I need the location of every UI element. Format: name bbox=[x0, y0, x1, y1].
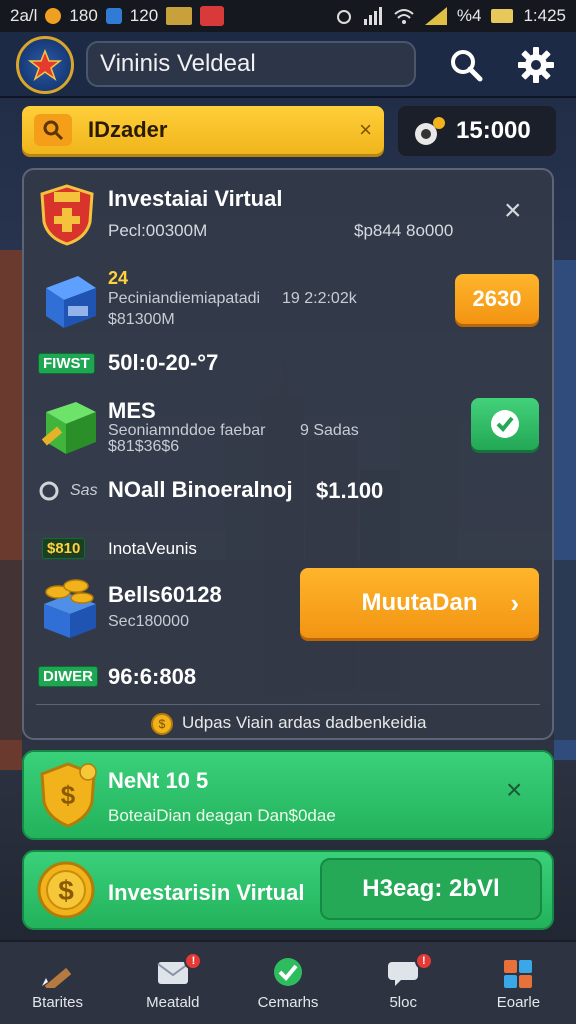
notice-card-1[interactable] bbox=[22, 750, 554, 840]
coin-crate-icon bbox=[44, 579, 96, 638]
promo-close-button[interactable]: × bbox=[359, 117, 372, 143]
item3-button-label: MuutaDan bbox=[361, 589, 478, 616]
status-bar: 2a/l 180 120 %4 1:425 bbox=[0, 0, 576, 32]
notice1-close-button[interactable]: × bbox=[506, 774, 522, 806]
item2-line1-value: 9 Sadas bbox=[300, 422, 359, 439]
item1-price-button[interactable]: 2630 bbox=[455, 274, 539, 324]
clock: 1:425 bbox=[523, 6, 566, 25]
gear-icon bbox=[518, 47, 554, 83]
emblem-icon bbox=[28, 48, 62, 81]
coin-bag-icon bbox=[415, 117, 445, 145]
investment-panel bbox=[22, 168, 554, 740]
promo-bar[interactable]: IDzader × bbox=[22, 106, 384, 154]
stat4-tag: DIWER bbox=[38, 666, 98, 687]
search-button[interactable] bbox=[444, 43, 488, 87]
refresh-icon bbox=[39, 481, 59, 501]
nav-item-meatald[interactable]: ! Meatald bbox=[115, 942, 230, 1024]
stat3-tag: $810 bbox=[42, 538, 86, 559]
coin-amount: 15:000 bbox=[456, 117, 531, 144]
panel-title: Investaiai Virtual bbox=[108, 186, 283, 211]
bottom-navigation: Btarites ! Meatald Cemarhs ! 5loc Eoarle bbox=[0, 940, 576, 1024]
search-icon bbox=[451, 50, 483, 82]
shield-badge-icon bbox=[40, 184, 94, 246]
search-input[interactable]: Vininis Veldeal bbox=[86, 41, 416, 87]
item3-title: Bells60128 bbox=[108, 582, 222, 607]
stat3-label: InotaVeunis bbox=[108, 539, 197, 558]
nav-item-btarites[interactable]: Btarites bbox=[0, 942, 115, 1024]
pencil-icon bbox=[41, 967, 71, 988]
status-count-1: 180 bbox=[69, 6, 98, 25]
check-circle-icon bbox=[491, 410, 519, 438]
nav-label: Cemarhs bbox=[257, 993, 319, 1011]
search-input-text: Vininis Veldeal bbox=[100, 50, 256, 77]
notice1-title: NeNt 10 5 bbox=[108, 768, 209, 793]
panel-divider bbox=[36, 704, 540, 705]
search-badge-icon bbox=[34, 114, 72, 146]
app-logo[interactable] bbox=[16, 36, 74, 94]
alert-notification-icon bbox=[200, 6, 225, 26]
shield-coin-icon: $ bbox=[40, 762, 97, 828]
status-count-2: 120 bbox=[129, 6, 159, 25]
item1-badge: 24 bbox=[108, 268, 129, 288]
svg-text:$: $ bbox=[61, 780, 76, 810]
panel-close-button[interactable]: × bbox=[504, 194, 522, 228]
coin-icon: $ bbox=[151, 713, 173, 735]
notice2-action-button[interactable]: H3eag: 2bVl bbox=[320, 858, 542, 920]
item3-action-button[interactable]: MuutaDan › bbox=[300, 568, 539, 638]
stat2-value: $1.100 bbox=[316, 478, 384, 503]
app-notification-icon bbox=[105, 8, 122, 24]
panel-footer-text: Udpas Viain ardas dadbenkeidia bbox=[182, 713, 427, 732]
nav-item-cemarhs[interactable]: Cemarhs bbox=[230, 942, 345, 1024]
promo-label: IDzader bbox=[88, 117, 168, 142]
check-icon bbox=[274, 957, 302, 986]
notice2-title: Investarisin Virtual bbox=[108, 880, 305, 905]
puzzle-icon bbox=[504, 959, 533, 988]
notification-coin-icon bbox=[45, 8, 62, 24]
game-notification-icon bbox=[166, 7, 193, 25]
panel-subtitle: Pecl:00300M bbox=[108, 221, 208, 240]
wifi-icon bbox=[394, 9, 414, 24]
nav-label: Meatald bbox=[146, 993, 200, 1011]
notice2-button-label: H3eag: 2bVl bbox=[362, 875, 500, 902]
alarm-icon bbox=[336, 10, 351, 24]
item1-line1: Peciniandiemiapatadi bbox=[108, 290, 261, 307]
green-crate-icon bbox=[41, 402, 96, 454]
nav-item-5loc[interactable]: ! 5loc bbox=[346, 942, 461, 1024]
panel-right-value: $p844 8o000 bbox=[354, 221, 454, 240]
item1-line2: $81300M bbox=[108, 311, 175, 328]
settings-button[interactable] bbox=[514, 43, 558, 87]
svg-text:$: $ bbox=[159, 717, 166, 731]
coin-balance[interactable]: 15:000 bbox=[398, 106, 556, 156]
battery-percent: %4 bbox=[456, 6, 482, 25]
signal-icon bbox=[363, 7, 382, 25]
stat1-tag: FIWST bbox=[38, 353, 95, 374]
carrier-text: 2a/l bbox=[10, 6, 38, 25]
notice1-sub: BoteaiDian deagan Dan$0dae bbox=[108, 806, 336, 825]
item1-line1-value: 19 2:2:02k bbox=[282, 290, 357, 307]
notification-badge: ! bbox=[414, 952, 433, 970]
item3-sub: Sec180000 bbox=[108, 613, 189, 630]
chevron-right-icon: › bbox=[510, 587, 519, 618]
blue-crate-icon bbox=[46, 276, 96, 328]
nav-label: 5loc bbox=[389, 993, 417, 1011]
item2-confirm-button[interactable] bbox=[471, 398, 539, 450]
svg-text:$: $ bbox=[58, 875, 74, 906]
item2-line2: $81$36$6 bbox=[108, 438, 180, 455]
notification-badge: ! bbox=[184, 952, 203, 970]
battery-saver-icon bbox=[424, 7, 447, 25]
nav-item-eoarle[interactable]: Eoarle bbox=[461, 942, 576, 1024]
item2-title: MES bbox=[108, 398, 156, 423]
stat1-value: 50l:0-20-°7 bbox=[108, 350, 219, 375]
nav-label: Eoarle bbox=[496, 993, 541, 1011]
battery-icon bbox=[491, 9, 514, 23]
stat2-title: NOall Binoeralnoj bbox=[108, 477, 293, 502]
nav-label: Btarites bbox=[32, 993, 84, 1011]
stat4-value: 96:6:808 bbox=[108, 664, 197, 689]
dollar-coin-icon: $ bbox=[37, 861, 95, 919]
stat2-prefix: Sas bbox=[70, 482, 98, 499]
